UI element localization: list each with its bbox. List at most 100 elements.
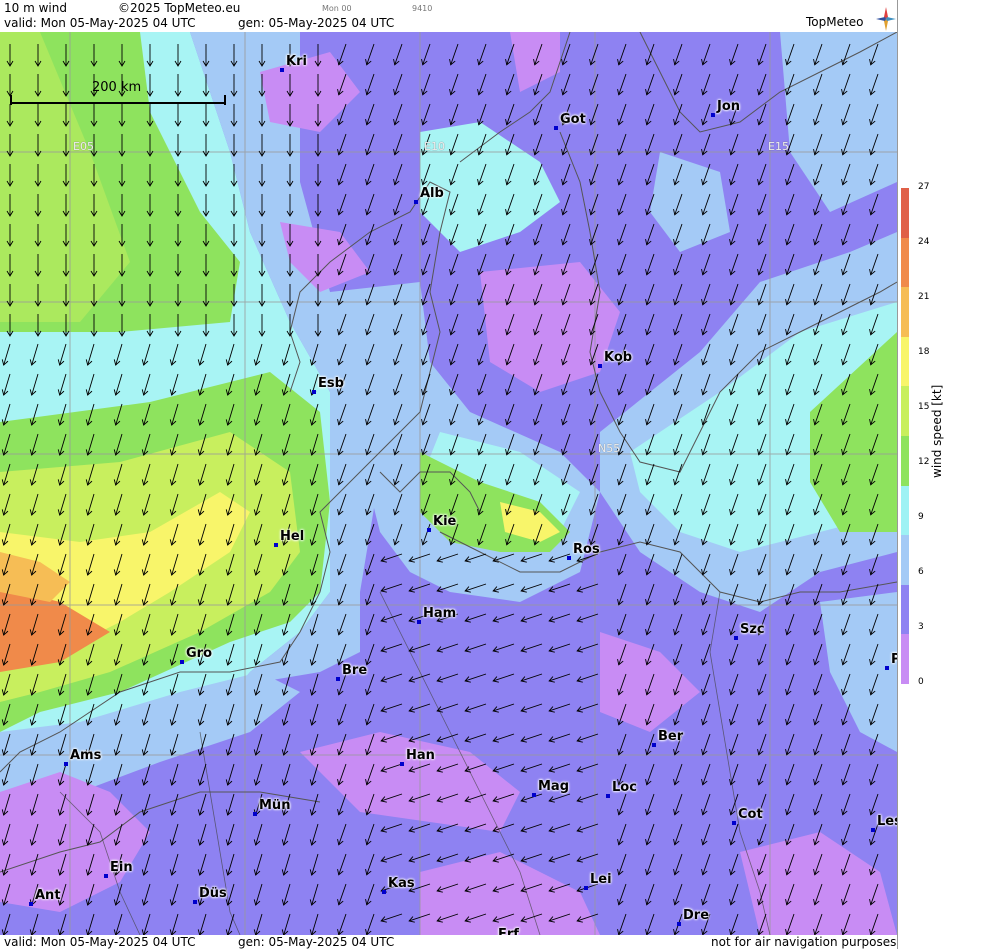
city-label: Loc [612,780,637,795]
city-label: Got [560,112,586,127]
scale-label: 200 km [92,80,142,95]
legend-color-step [901,435,909,486]
valid-time: valid: Mon 05-May-2025 04 UTC [4,16,196,30]
city-marker [885,666,889,670]
city-marker [427,528,431,532]
legend-tick-label: 15 [918,402,930,412]
city-label: Ham [423,606,457,621]
city-label: Kob [604,350,633,365]
city-label: Mün [259,798,291,813]
city-marker [871,828,875,832]
city-marker [417,620,421,624]
topmeteo-logo: TopMeteo [806,7,896,33]
map-header: 10 m wind ©2025 TopMeteo.eu Mon 00 9410 … [0,0,897,32]
city-label: Kri [286,54,307,69]
legend-tick-label: 9 [918,512,924,522]
wind-speed-field [0,32,897,935]
footer-valid: valid: Mon 05-May-2025 04 UTC [4,935,196,949]
city-marker [567,556,571,560]
map-footer: valid: Mon 05-May-2025 04 UTC gen: 05-Ma… [0,935,897,949]
city-marker [652,743,656,747]
city-marker [193,900,197,904]
city-label: Alb [420,186,444,201]
city-label: Mag [538,779,570,794]
legend-color-step [901,634,909,684]
city-label: Gro [186,646,213,661]
legend-tick-label: 21 [918,292,930,302]
city-label: Jon [717,99,741,114]
city-label: Lei [590,872,612,887]
legend-unit-label: wind speed [kt] [930,384,944,478]
scale-bar: 200 km [10,80,226,105]
city-marker [180,660,184,664]
city-marker [253,812,257,816]
city-label: Esb [318,376,344,391]
city-label: Ant [35,888,61,903]
city-label: Hel [280,529,305,544]
city-marker [584,886,588,890]
legend-color-step [901,485,909,536]
city-label: Ber [658,729,684,744]
copyright: ©2025 TopMeteo.eu [118,1,241,15]
city-marker [336,677,340,681]
city-marker [598,364,602,368]
legend-color-step [901,336,909,387]
legend-color-step [901,188,909,238]
city-label: Ein [110,860,133,875]
legend-color-step [901,535,909,585]
city-label: Cot [738,807,763,822]
city-marker [104,874,108,878]
city-marker [382,890,386,894]
gen-time: gen: 05-May-2025 04 UTC [238,16,395,30]
city-label: Kas [388,876,415,891]
legend-tick-label: 12 [918,457,930,467]
small-code: 9410 [412,4,433,13]
legend-tick-label: 18 [918,347,930,357]
grid-label-e15: E15 [768,140,789,153]
city-marker [414,200,418,204]
city-label: Kie [433,514,457,529]
city-label: Düs [199,886,227,901]
disclaimer: not for air navigation purposes [711,935,897,949]
city-label: Bre [342,663,368,678]
map-title: 10 m wind [4,1,67,15]
city-label: Ams [70,748,102,763]
legend-tick-label: 27 [918,182,930,192]
legend-tick-label: 24 [918,237,930,247]
legend-color-step [901,386,909,436]
legend-tick-label: 0 [918,677,924,687]
city-label: Les [877,814,897,829]
small-time: Mon 00 [322,4,352,13]
city-marker [677,922,681,926]
legend-tick-label: 6 [918,567,924,577]
legend-color-step [901,287,909,337]
compass-star-icon [876,7,896,31]
city-label: Ros [573,542,600,557]
city-label: Erf [498,927,519,935]
legend-color-step [901,237,909,288]
footer-gen: gen: 05-May-2025 04 UTC [238,935,395,949]
scale-bar-line [10,95,226,105]
city-marker [554,126,558,130]
city-label: Dre [683,908,710,923]
city-label: Han [406,748,435,763]
wind-map[interactable]: 200 km E05 E10 E15 N55 Kri Got Jon Alb Kob Es… [0,32,897,935]
city-marker [400,762,404,766]
city-label: Szc [740,622,765,637]
city-marker [532,793,536,797]
city-marker [280,68,284,72]
city-marker [711,113,715,117]
city-marker [64,762,68,766]
grid-label-e10: E10 [424,140,445,153]
city-marker [732,821,736,825]
city-marker [29,902,33,906]
city-marker [274,543,278,547]
grid-label-e05: E05 [73,140,94,153]
city-marker [312,390,316,394]
city-marker [734,636,738,640]
legend-tick-label: 3 [918,622,924,632]
city-marker [606,794,610,798]
legend-color-bar [901,188,909,684]
grid-label-n55: N55 [598,442,621,455]
legend-color-step [901,584,909,635]
